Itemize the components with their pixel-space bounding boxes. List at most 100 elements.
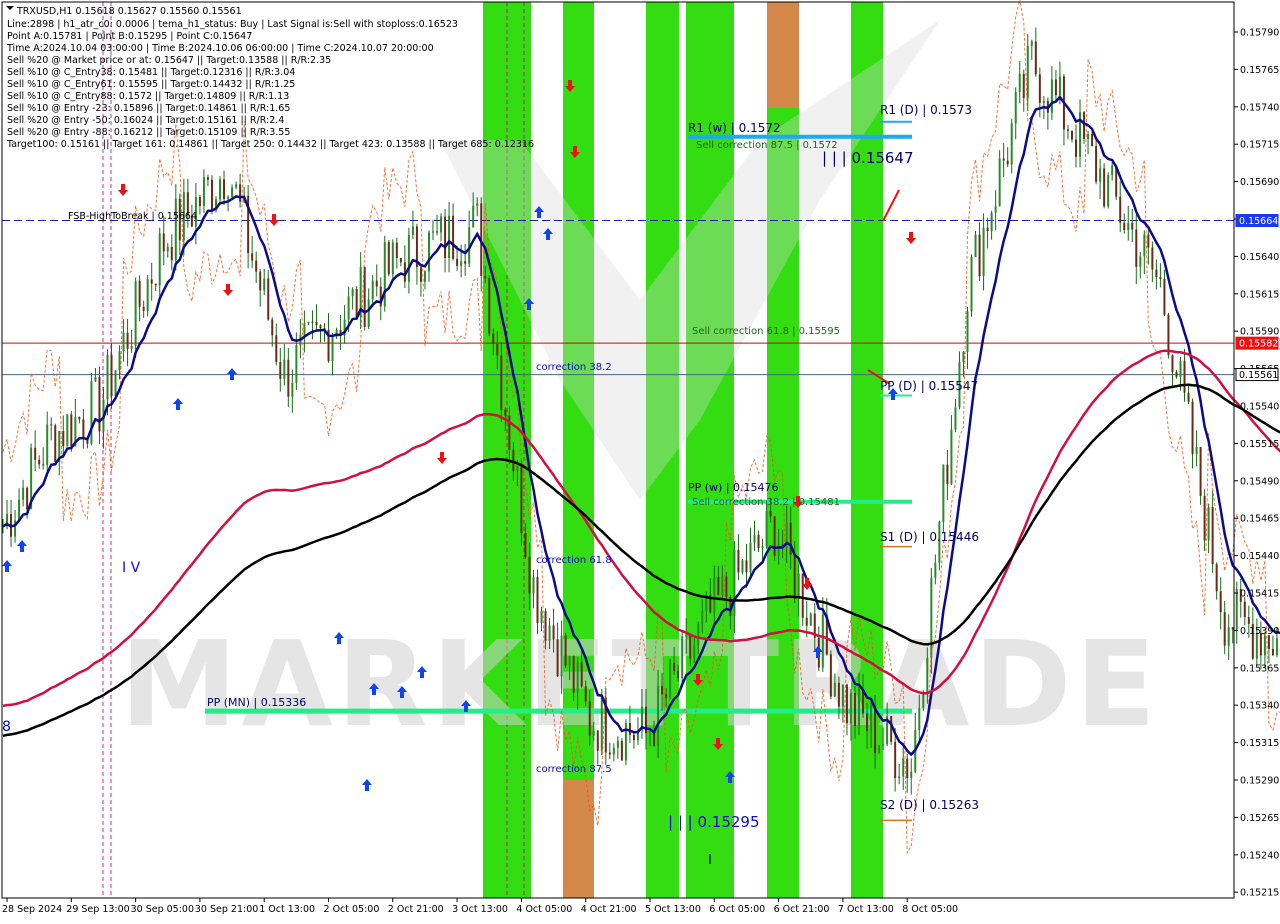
wave-label: 8 bbox=[2, 719, 11, 735]
candle-body bbox=[488, 278, 490, 333]
level-label: correction 61.8 bbox=[536, 555, 612, 566]
price-tick-label: 0.15390 bbox=[1240, 626, 1279, 637]
candle-body bbox=[1099, 168, 1101, 181]
candle-body bbox=[1200, 447, 1202, 496]
price-tick-label: 0.15465 bbox=[1240, 514, 1279, 525]
info-line: Point A:0.15781 | Point B:0.15295 | Poin… bbox=[7, 31, 252, 42]
time-tick-label: 29 Sep 13:00 bbox=[66, 904, 129, 915]
candle-body bbox=[436, 231, 438, 232]
candle-body bbox=[846, 685, 848, 724]
candle-body bbox=[842, 685, 844, 707]
candle-body bbox=[593, 731, 595, 736]
candle-body bbox=[500, 355, 502, 409]
trxusd-h1-chart[interactable]: MARKETTRADE R1 (D) | 0.1573R1 (w) | 0.15… bbox=[0, 0, 1280, 920]
price-tick-label: 0.15490 bbox=[1240, 476, 1279, 487]
candle-body bbox=[303, 323, 305, 335]
candle-body bbox=[1067, 129, 1069, 130]
candle-body bbox=[725, 576, 727, 597]
candle-body bbox=[255, 261, 257, 272]
candle-body bbox=[1083, 112, 1085, 139]
candle-body bbox=[207, 177, 209, 179]
candle-body bbox=[50, 424, 52, 425]
candle-body bbox=[536, 577, 538, 623]
candle-body bbox=[882, 744, 884, 745]
wave-label: I bbox=[708, 853, 712, 868]
candle-body bbox=[774, 516, 776, 556]
candle-body bbox=[119, 351, 121, 370]
candle-body bbox=[987, 228, 989, 231]
time-tick-label: 7 Oct 13:00 bbox=[838, 904, 894, 915]
candle-body bbox=[528, 557, 530, 594]
level-label: PP (D) | 0.15547 bbox=[880, 379, 978, 393]
candle-body bbox=[167, 247, 169, 252]
price-tick-label: 0.15365 bbox=[1240, 663, 1279, 674]
candle-body bbox=[597, 731, 599, 751]
candle-body bbox=[70, 414, 72, 446]
chart-area[interactable]: MARKETTRADE R1 (D) | 0.1573R1 (w) | 0.15… bbox=[0, 0, 1280, 920]
candle-body bbox=[557, 639, 559, 676]
candle-body bbox=[275, 335, 277, 362]
candle-body bbox=[22, 488, 24, 500]
candle-body bbox=[1220, 591, 1222, 612]
candle-body bbox=[219, 179, 221, 199]
candle-body bbox=[163, 233, 165, 251]
candle-body bbox=[613, 748, 615, 755]
candle-body bbox=[689, 634, 691, 658]
candle-body bbox=[352, 289, 354, 296]
candle-body bbox=[400, 258, 402, 262]
candle-body bbox=[111, 355, 113, 396]
candle-body bbox=[858, 689, 860, 726]
time-tick-label: 2 Oct 05:00 bbox=[324, 904, 380, 915]
price-tick-label: 0.15615 bbox=[1240, 289, 1279, 300]
candle-body bbox=[106, 355, 108, 400]
candle-body bbox=[926, 658, 928, 694]
candle-body bbox=[1071, 131, 1073, 140]
candle-body bbox=[1055, 80, 1057, 96]
candle-body bbox=[227, 197, 229, 199]
time-tick-label: 4 Oct 21:00 bbox=[581, 904, 637, 915]
candle-body bbox=[524, 533, 526, 557]
candle-body bbox=[870, 705, 872, 731]
candle-body bbox=[1179, 361, 1181, 377]
candle-body bbox=[1248, 617, 1250, 624]
candle-body bbox=[601, 698, 603, 751]
candle-body bbox=[392, 243, 394, 275]
candle-body bbox=[673, 663, 675, 671]
candle-body bbox=[1151, 248, 1153, 270]
candle-body bbox=[902, 759, 904, 777]
time-tick-label: 5 Oct 13:00 bbox=[645, 904, 701, 915]
candle-body bbox=[203, 177, 205, 206]
candle-body bbox=[934, 563, 936, 578]
candle-body bbox=[802, 574, 804, 618]
candle-body bbox=[1208, 507, 1210, 540]
candle-body bbox=[1244, 602, 1246, 617]
candle-body bbox=[741, 560, 743, 572]
candle-body bbox=[1031, 42, 1033, 46]
time-tick-label: 2 Oct 21:00 bbox=[388, 904, 444, 915]
candle-body bbox=[46, 424, 48, 465]
watermark-text: MARKETTRADE bbox=[120, 615, 1160, 753]
level-label: PP (MN) | 0.15336 bbox=[207, 696, 306, 709]
candle-body bbox=[151, 279, 153, 283]
level-label: correction 87.5 bbox=[536, 764, 612, 775]
level-label: S1 (D) | 0.15446 bbox=[880, 530, 979, 544]
candle-body bbox=[520, 463, 522, 533]
candle-body bbox=[1011, 123, 1013, 164]
candle-body bbox=[311, 322, 313, 323]
candle-body bbox=[307, 322, 309, 323]
candle-body bbox=[737, 550, 739, 573]
candle-body bbox=[657, 686, 659, 746]
candle-body bbox=[1059, 76, 1061, 95]
candle-body bbox=[1196, 447, 1198, 454]
candle-body bbox=[432, 231, 434, 232]
candle-body bbox=[472, 206, 474, 227]
candle-body bbox=[283, 360, 285, 379]
info-line: Sell %20 @ Entry -88: 0.16212 || Target:… bbox=[7, 127, 290, 138]
candle-body bbox=[749, 542, 751, 572]
candle-body bbox=[878, 746, 880, 753]
candle-body bbox=[922, 694, 924, 708]
price-tick-label: 0.15215 bbox=[1240, 888, 1279, 899]
candle-body bbox=[991, 213, 993, 231]
info-line: Line:2898 | h1_atr_c0: 0.0006 | tema_h1_… bbox=[7, 19, 458, 30]
candle-body bbox=[1139, 256, 1141, 266]
